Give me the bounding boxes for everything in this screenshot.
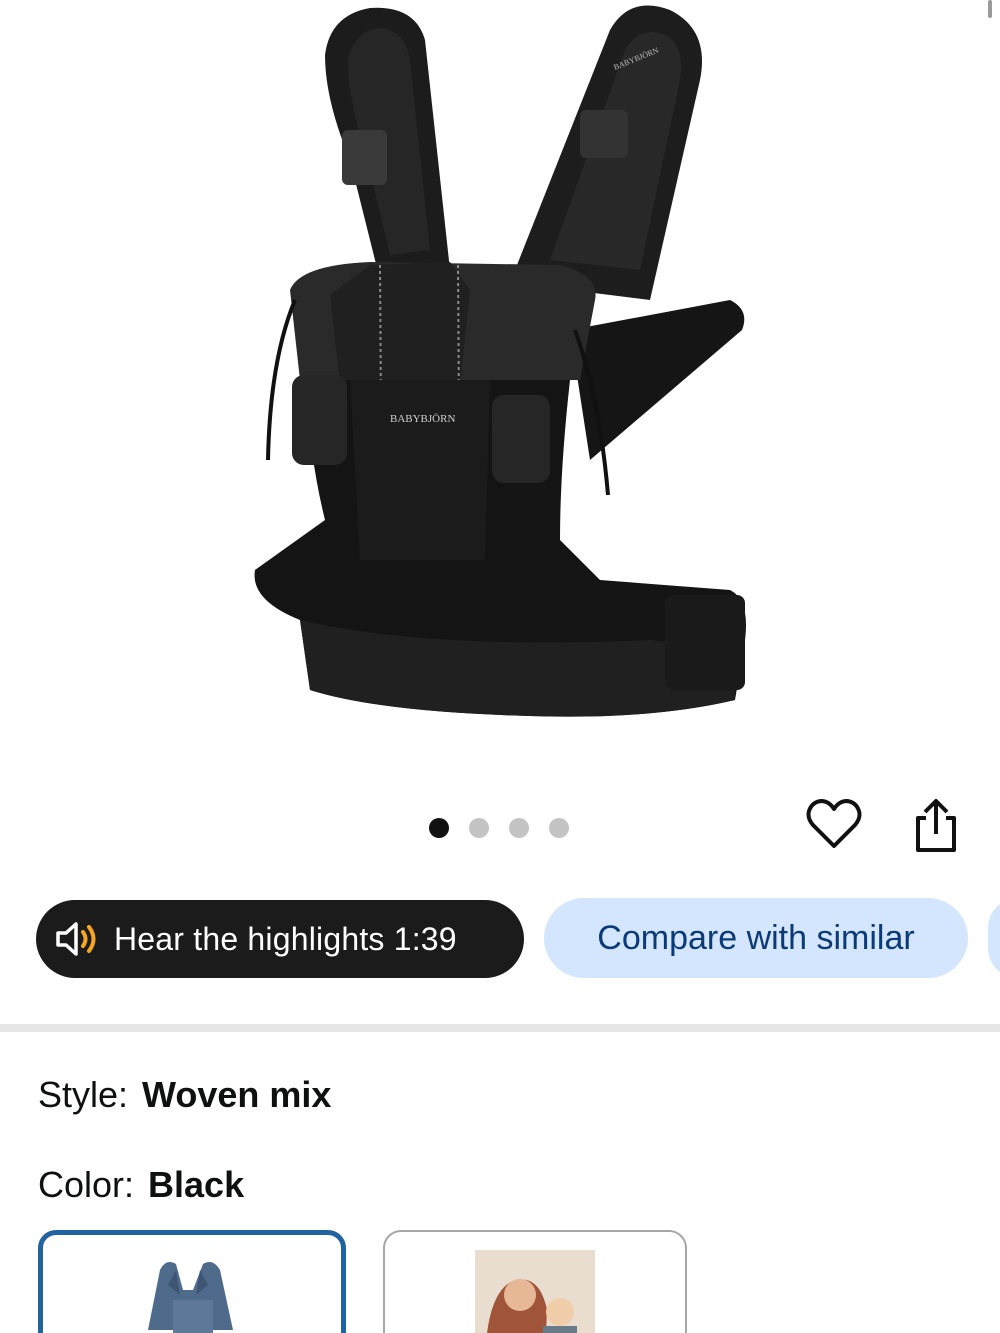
next-pill-button[interactable] [988, 898, 1000, 978]
share-icon[interactable] [910, 796, 962, 856]
style-value: Woven mix [142, 1074, 332, 1115]
color-label: Color: [38, 1164, 135, 1205]
carousel-dot-2[interactable] [469, 818, 489, 838]
speaker-icon [56, 922, 96, 956]
carousel-dot-3[interactable] [509, 818, 529, 838]
color-swatch-selected[interactable] [38, 1230, 346, 1333]
carousel-dot-4[interactable] [549, 818, 569, 838]
color-swatch-option[interactable] [383, 1230, 687, 1333]
swatch-lifestyle-thumbnail [475, 1250, 595, 1333]
product-image[interactable]: BABYBJÖRN BABYBJÖRN [230, 0, 770, 730]
hear-highlights-button[interactable]: Hear the highlights 1:39 [36, 900, 524, 978]
style-label: Style: [38, 1074, 129, 1115]
action-pill-row: Hear the highlights 1:39 Compare with si… [36, 898, 1000, 978]
color-selector: Color: Black [38, 1164, 244, 1206]
compare-label: Compare with similar [597, 918, 915, 957]
image-carousel-dots[interactable] [429, 818, 569, 838]
swatch-carrier-thumbnail [148, 1262, 233, 1333]
color-value: Black [148, 1164, 245, 1205]
brand-mark-panel: BABYBJÖRN [390, 413, 455, 425]
scroll-indicator[interactable] [988, 0, 992, 18]
carousel-dot-1[interactable] [429, 818, 449, 838]
style-selector: Style: Woven mix [38, 1074, 331, 1116]
heart-icon[interactable] [805, 796, 863, 854]
section-divider [0, 1024, 1000, 1032]
compare-with-similar-button[interactable]: Compare with similar [544, 898, 968, 978]
hear-highlights-label: Hear the highlights 1:39 [114, 920, 457, 957]
